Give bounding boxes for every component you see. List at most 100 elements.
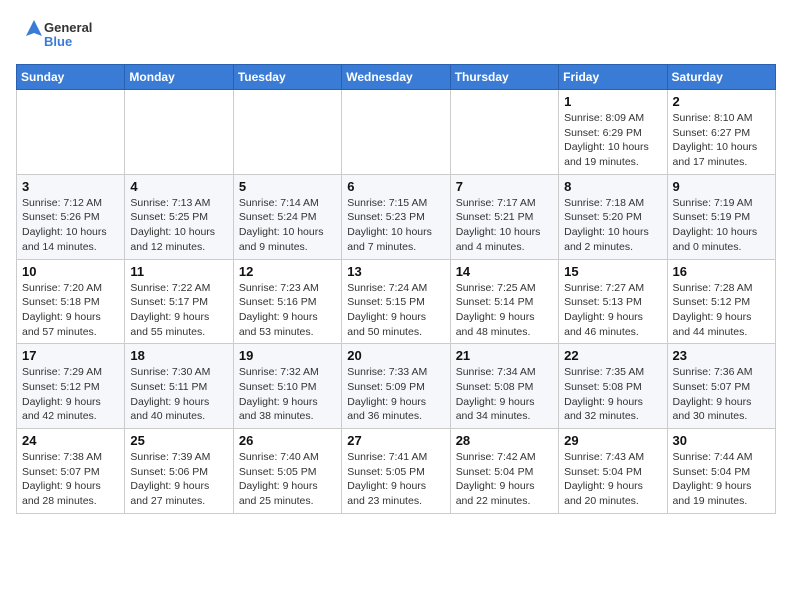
day-info: Sunrise: 7:40 AMSunset: 5:05 PMDaylight:… [239, 450, 336, 509]
day-info: Sunrise: 7:39 AMSunset: 5:06 PMDaylight:… [130, 450, 227, 509]
calendar-cell: 12Sunrise: 7:23 AMSunset: 5:16 PMDayligh… [233, 259, 341, 344]
weekday-header-thursday: Thursday [450, 65, 558, 90]
calendar-cell: 27Sunrise: 7:41 AMSunset: 5:05 PMDayligh… [342, 429, 450, 514]
weekday-header-monday: Monday [125, 65, 233, 90]
calendar-cell [17, 90, 125, 175]
day-info: Sunrise: 7:33 AMSunset: 5:09 PMDaylight:… [347, 365, 444, 424]
day-number: 11 [130, 264, 227, 279]
calendar-cell: 19 Sunrise: 7:32 AMSunset: 5:10 PMDayligh… [233, 344, 341, 429]
day-info: Sunrise: 7:29 AMSunset: 5:12 PMDaylight:… [22, 365, 119, 424]
weekday-header-saturday: Saturday [667, 65, 775, 90]
calendar-cell [125, 90, 233, 175]
day-number: 7 [456, 179, 553, 194]
day-info: Sunrise: 7:36 AMSunset: 5:07 PMDaylight:… [673, 365, 770, 424]
day-info: Sunrise: 7:32 AMSunset: 5:10 PMDaylight:… [239, 365, 336, 424]
day-info: Sunrise: 7:38 AMSunset: 5:07 PMDaylight:… [22, 450, 119, 509]
calendar-cell: 8 Sunrise: 7:18 AMSunset: 5:20 PMDaylight… [559, 174, 667, 259]
calendar-cell: 24 Sunrise: 7:38 AMSunset: 5:07 PMDayligh… [17, 429, 125, 514]
day-number: 10 [22, 264, 119, 279]
day-number: 18 [130, 348, 227, 363]
day-info: Sunrise: 8:10 AMSunset: 6:27 PMDaylight:… [673, 111, 770, 170]
day-number: 19 [239, 348, 336, 363]
day-number: 13 [347, 264, 444, 279]
day-info: Sunrise: 7:23 AMSunset: 5:16 PMDaylight:… [239, 281, 336, 340]
svg-text:Blue: Blue [44, 34, 72, 49]
day-info: Sunrise: 7:13 AMSunset: 5:25 PMDaylight:… [130, 196, 227, 255]
day-info: Sunrise: 7:34 AMSunset: 5:08 PMDaylight:… [456, 365, 553, 424]
day-number: 23 [673, 348, 770, 363]
calendar-cell: 26 Sunrise: 7:40 AMSunset: 5:05 PMDayligh… [233, 429, 341, 514]
day-info: Sunrise: 7:43 AMSunset: 5:04 PMDaylight:… [564, 450, 661, 509]
calendar-week-3: 17 Sunrise: 7:29 AMSunset: 5:12 PMDayligh… [17, 344, 776, 429]
day-number: 17 [22, 348, 119, 363]
calendar-cell: 22 Sunrise: 7:35 AMSunset: 5:08 PMDayligh… [559, 344, 667, 429]
calendar-week-2: 10Sunrise: 7:20 AMSunset: 5:18 PMDayligh… [17, 259, 776, 344]
day-info: Sunrise: 7:42 AMSunset: 5:04 PMDaylight:… [456, 450, 553, 509]
day-number: 8 [564, 179, 661, 194]
weekday-header-wednesday: Wednesday [342, 65, 450, 90]
calendar-cell [233, 90, 341, 175]
calendar-cell: 3 Sunrise: 7:12 AMSunset: 5:26 PMDaylight… [17, 174, 125, 259]
calendar-cell: 11 Sunrise: 7:22 AMSunset: 5:17 PMDayligh… [125, 259, 233, 344]
calendar-cell [450, 90, 558, 175]
day-info: Sunrise: 7:22 AMSunset: 5:17 PMDaylight:… [130, 281, 227, 340]
day-number: 3 [22, 179, 119, 194]
calendar-cell: 1 Sunrise: 8:09 AMSunset: 6:29 PMDaylight… [559, 90, 667, 175]
day-number: 25 [130, 433, 227, 448]
weekday-header-sunday: Sunday [17, 65, 125, 90]
weekday-header-row: SundayMondayTuesdayWednesdayThursdayFrid… [17, 65, 776, 90]
calendar-cell: 29 Sunrise: 7:43 AMSunset: 5:04 PMDayligh… [559, 429, 667, 514]
day-info: Sunrise: 7:19 AMSunset: 5:19 PMDaylight:… [673, 196, 770, 255]
day-number: 24 [22, 433, 119, 448]
day-info: Sunrise: 7:15 AMSunset: 5:23 PMDaylight:… [347, 196, 444, 255]
calendar-week-4: 24 Sunrise: 7:38 AMSunset: 5:07 PMDayligh… [17, 429, 776, 514]
calendar-cell: 7 Sunrise: 7:17 AMSunset: 5:21 PMDaylight… [450, 174, 558, 259]
weekday-header-friday: Friday [559, 65, 667, 90]
day-info: Sunrise: 7:28 AMSunset: 5:12 PMDaylight:… [673, 281, 770, 340]
day-info: Sunrise: 7:18 AMSunset: 5:20 PMDaylight:… [564, 196, 661, 255]
day-info: Sunrise: 7:35 AMSunset: 5:08 PMDaylight:… [564, 365, 661, 424]
calendar-cell: 18Sunrise: 7:30 AMSunset: 5:11 PMDayligh… [125, 344, 233, 429]
day-info: Sunrise: 7:44 AMSunset: 5:04 PMDaylight:… [673, 450, 770, 509]
day-number: 9 [673, 179, 770, 194]
day-number: 5 [239, 179, 336, 194]
calendar-cell: 21Sunrise: 7:34 AMSunset: 5:08 PMDayligh… [450, 344, 558, 429]
calendar-cell: 2 Sunrise: 8:10 AMSunset: 6:27 PMDaylight… [667, 90, 775, 175]
calendar-cell: 14Sunrise: 7:25 AMSunset: 5:14 PMDayligh… [450, 259, 558, 344]
day-number: 1 [564, 94, 661, 109]
day-number: 26 [239, 433, 336, 448]
calendar-cell: 23 Sunrise: 7:36 AMSunset: 5:07 PMDayligh… [667, 344, 775, 429]
calendar-cell: 17 Sunrise: 7:29 AMSunset: 5:12 PMDayligh… [17, 344, 125, 429]
day-number: 20 [347, 348, 444, 363]
day-info: Sunrise: 7:27 AMSunset: 5:13 PMDaylight:… [564, 281, 661, 340]
calendar-cell: 20 Sunrise: 7:33 AMSunset: 5:09 PMDayligh… [342, 344, 450, 429]
day-info: Sunrise: 8:09 AMSunset: 6:29 PMDaylight:… [564, 111, 661, 170]
day-number: 2 [673, 94, 770, 109]
day-number: 6 [347, 179, 444, 194]
day-info: Sunrise: 7:25 AMSunset: 5:14 PMDaylight:… [456, 281, 553, 340]
calendar-cell: 4 Sunrise: 7:13 AMSunset: 5:25 PMDaylight… [125, 174, 233, 259]
day-number: 15 [564, 264, 661, 279]
day-info: Sunrise: 7:17 AMSunset: 5:21 PMDaylight:… [456, 196, 553, 255]
header-section: GeneralBlue [16, 16, 776, 56]
calendar-week-1: 3 Sunrise: 7:12 AMSunset: 5:26 PMDaylight… [17, 174, 776, 259]
day-number: 4 [130, 179, 227, 194]
day-info: Sunrise: 7:24 AMSunset: 5:15 PMDaylight:… [347, 281, 444, 340]
calendar-cell: 30 Sunrise: 7:44 AMSunset: 5:04 PMDayligh… [667, 429, 775, 514]
day-info: Sunrise: 7:12 AMSunset: 5:26 PMDaylight:… [22, 196, 119, 255]
day-number: 29 [564, 433, 661, 448]
day-number: 30 [673, 433, 770, 448]
calendar-cell: 5Sunrise: 7:14 AMSunset: 5:24 PMDaylight… [233, 174, 341, 259]
calendar-week-0: 1 Sunrise: 8:09 AMSunset: 6:29 PMDaylight… [17, 90, 776, 175]
weekday-header-tuesday: Tuesday [233, 65, 341, 90]
day-number: 22 [564, 348, 661, 363]
day-number: 27 [347, 433, 444, 448]
calendar-cell: 28 Sunrise: 7:42 AMSunset: 5:04 PMDayligh… [450, 429, 558, 514]
calendar-cell: 16Sunrise: 7:28 AMSunset: 5:12 PMDayligh… [667, 259, 775, 344]
logo: GeneralBlue [16, 16, 106, 56]
logo-svg: GeneralBlue [16, 16, 106, 56]
calendar-cell: 25 Sunrise: 7:39 AMSunset: 5:06 PMDayligh… [125, 429, 233, 514]
day-number: 28 [456, 433, 553, 448]
calendar-cell: 10Sunrise: 7:20 AMSunset: 5:18 PMDayligh… [17, 259, 125, 344]
calendar-cell [342, 90, 450, 175]
